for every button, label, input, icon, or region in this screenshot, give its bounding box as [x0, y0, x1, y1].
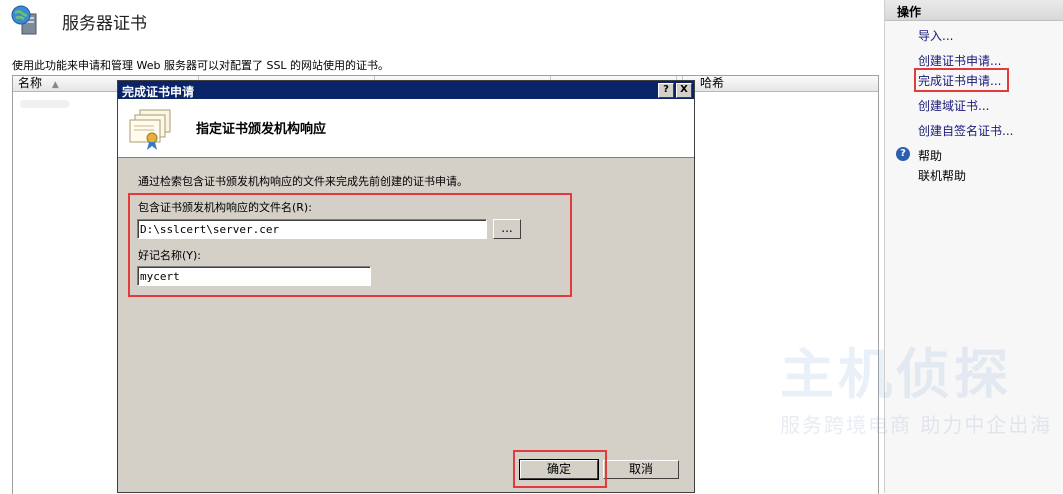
- complete-certificate-dialog: 完成证书申请 ? X 指定证书颁发机构响应 通过检索包含证书颁发机构响应的文件来…: [117, 80, 695, 493]
- highlight-box-fields: [128, 193, 572, 297]
- column-name-label: 名称: [18, 76, 43, 90]
- column-hash[interactable]: 哈希: [695, 76, 870, 91]
- action-online-help[interactable]: 联机帮助: [918, 167, 966, 184]
- highlight-box-action: [914, 68, 1009, 92]
- actions-pane: 操作 导入... 创建证书申请... 完成证书申请... 创建域证书... 创建…: [884, 0, 1063, 493]
- action-create-domain-cert[interactable]: 创建域证书...: [918, 97, 989, 114]
- action-help[interactable]: 帮助: [918, 147, 942, 164]
- sort-arrow-icon: ▲: [51, 80, 59, 90]
- dialog-title: 完成证书申请: [122, 85, 195, 99]
- dialog-titlebar: 完成证书申请 ? X: [118, 81, 694, 99]
- banner-title: 指定证书颁发机构响应: [196, 122, 327, 137]
- page-description: 使用此功能来申请和管理 Web 服务器可以对配置了 SSL 的网站使用的证书。: [12, 59, 390, 72]
- close-button[interactable]: X: [676, 83, 692, 98]
- actions-header: 操作: [885, 0, 1063, 21]
- action-create-request[interactable]: 创建证书申请...: [918, 52, 1001, 69]
- action-create-selfsigned[interactable]: 创建自签名证书...: [918, 122, 1013, 139]
- list-item[interactable]: [14, 94, 120, 114]
- dialog-intro: 通过检索包含证书颁发机构响应的文件来完成先前创建的证书申请。: [138, 175, 468, 188]
- actions-title: 操作: [897, 5, 922, 19]
- help-button[interactable]: ?: [658, 83, 674, 98]
- blurred-entry: [20, 100, 70, 108]
- action-import[interactable]: 导入...: [918, 27, 953, 44]
- server-globe-icon: [11, 5, 37, 35]
- cancel-button[interactable]: 取消: [603, 460, 679, 479]
- help-icon: ?: [896, 147, 910, 161]
- page-title: 服务器证书: [62, 14, 147, 34]
- highlight-box-ok: [513, 450, 607, 488]
- dialog-banner: 指定证书颁发机构响应: [118, 99, 694, 158]
- certificate-icon: [129, 109, 171, 150]
